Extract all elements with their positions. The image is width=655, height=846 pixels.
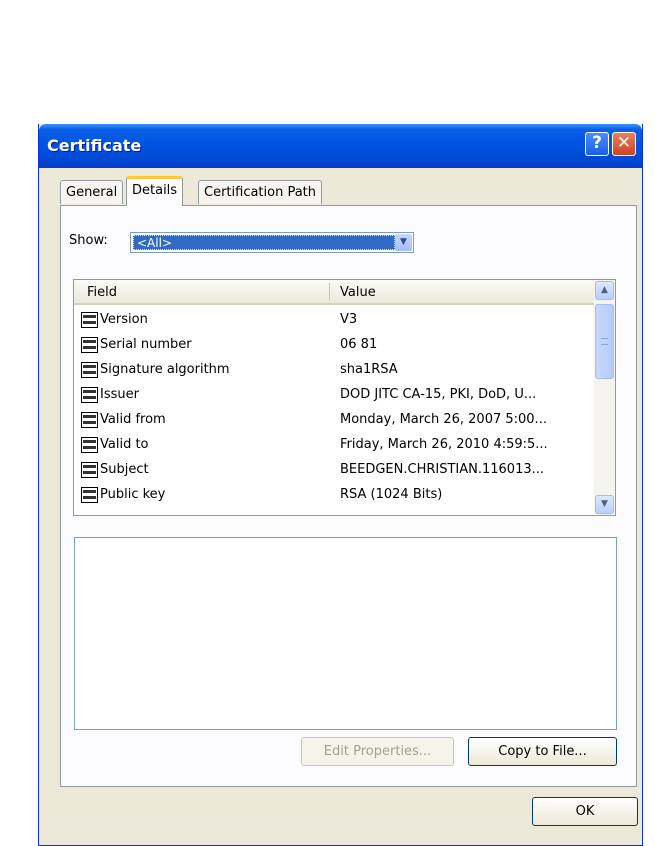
row-value: 06 81 xyxy=(340,337,378,352)
table-row[interactable]: Valid to Friday, March 26, 2010 4:59:5..… xyxy=(74,433,594,458)
row-field: Signature algorithm xyxy=(100,362,230,377)
column-header-value[interactable]: Value xyxy=(340,285,376,300)
copy-to-file-button[interactable]: Copy to File... xyxy=(468,737,617,766)
table-row[interactable]: Public key RSA (1024 Bits) xyxy=(74,483,594,508)
row-value: DOD JITC CA-15, PKI, DoD, U... xyxy=(340,387,537,402)
help-button[interactable]: ? xyxy=(585,132,609,156)
vertical-scrollbar[interactable]: ▲ ▼ xyxy=(594,280,615,515)
field-detail-box[interactable] xyxy=(74,537,617,730)
column-divider[interactable] xyxy=(329,283,330,300)
row-value: V3 xyxy=(340,312,358,327)
row-value: BEEDGEN.CHRISTIAN.116013... xyxy=(340,462,545,477)
certificate-field-icon xyxy=(81,312,98,328)
row-value: sha1RSA xyxy=(340,362,398,377)
table-row[interactable]: Issuer DOD JITC CA-15, PKI, DoD, U... xyxy=(74,383,594,408)
row-field: Subject xyxy=(100,462,149,477)
tab-general[interactable]: General xyxy=(60,180,124,204)
table-row[interactable]: Subject BEEDGEN.CHRISTIAN.116013... xyxy=(74,458,594,483)
scroll-down-icon[interactable]: ▼ xyxy=(595,495,614,514)
row-value: Monday, March 26, 2007 5:00... xyxy=(340,412,547,427)
row-field: Public key xyxy=(100,487,166,502)
row-value: RSA (1024 Bits) xyxy=(340,487,443,502)
certificate-field-icon xyxy=(81,487,98,503)
close-button[interactable]: ✕ xyxy=(612,132,636,156)
certificate-field-icon xyxy=(81,437,98,453)
row-field: Version xyxy=(100,312,148,327)
certificate-dialog: Certificate ? ✕ General Details Certific… xyxy=(38,124,643,846)
grip-icon xyxy=(601,338,608,345)
scrollbar-thumb[interactable] xyxy=(595,304,614,379)
row-field: Valid from xyxy=(100,412,166,427)
row-field: Issuer xyxy=(100,387,139,402)
tab-details[interactable]: Details xyxy=(126,176,184,206)
certificate-field-icon xyxy=(81,362,98,378)
certificate-field-icon xyxy=(81,387,98,403)
tab-certification-path[interactable]: Certification Path xyxy=(198,180,323,204)
show-dropdown[interactable]: <All> ▼ xyxy=(130,232,414,253)
certificate-field-icon xyxy=(81,462,98,478)
column-header-field[interactable]: Field xyxy=(87,285,117,300)
table-row[interactable]: Signature algorithm sha1RSA xyxy=(74,358,594,383)
certificate-field-icon xyxy=(81,337,98,353)
row-field: Serial number xyxy=(100,337,192,352)
scroll-up-icon[interactable]: ▲ xyxy=(595,281,614,300)
show-dropdown-value: <All> xyxy=(133,235,395,250)
list-header: Field Value xyxy=(74,280,595,305)
fields-list[interactable]: Field Value Version V3 Serial number 06 … xyxy=(73,279,616,516)
chevron-down-icon[interactable]: ▼ xyxy=(395,234,412,251)
row-field: Valid to xyxy=(100,437,149,452)
table-row[interactable]: Valid from Monday, March 26, 2007 5:00..… xyxy=(74,408,594,433)
table-row[interactable]: Serial number 06 81 xyxy=(74,333,594,358)
dialog-title: Certificate xyxy=(47,136,142,155)
title-bar[interactable]: Certificate ? ✕ xyxy=(39,124,642,168)
row-value: Friday, March 26, 2010 4:59:5... xyxy=(340,437,548,452)
table-row[interactable]: Version V3 xyxy=(74,308,594,333)
edit-properties-button[interactable]: Edit Properties... xyxy=(301,737,454,766)
certificate-field-icon xyxy=(81,412,98,428)
ok-button[interactable]: OK xyxy=(532,797,638,826)
show-label: Show: xyxy=(69,233,108,248)
